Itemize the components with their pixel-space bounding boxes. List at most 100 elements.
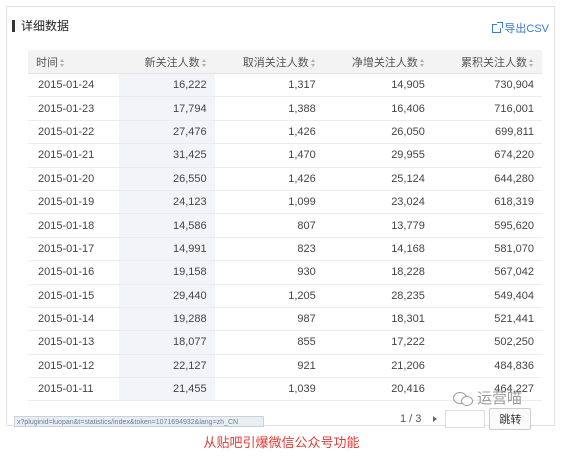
table-cell: 28,235 xyxy=(323,284,433,308)
table-row: 2015-01-18 14,586 807 13,779 595,620 xyxy=(28,213,542,238)
table-cell: 19,158 xyxy=(119,260,215,285)
table-row: 2015-01-21 31,425 1,470 29,955 674,220 xyxy=(28,143,542,168)
table-cell: 19,288 xyxy=(119,307,215,332)
table-cell: 2015-01-20 xyxy=(28,167,120,191)
table-row: 2015-01-17 14,991 823 14,168 581,070 xyxy=(28,237,542,262)
column-header-new-followers[interactable]: 新关注人数 xyxy=(119,50,215,74)
table-cell: 1,388 xyxy=(214,96,324,121)
table-cell: 581,070 xyxy=(432,237,542,262)
table-cell: 16,406 xyxy=(323,96,433,121)
table-cell: 567,042 xyxy=(432,260,542,285)
table-cell: 2015-01-11 xyxy=(28,377,120,402)
table-cell: 14,905 xyxy=(323,73,433,98)
table-row: 2015-01-19 24,123 1,099 23,024 618,319 xyxy=(28,190,542,215)
table-row: 2015-01-16 19,158 930 18,228 567,042 xyxy=(28,260,542,285)
table-cell: 17,222 xyxy=(323,330,433,355)
table-header-row: 时间 新关注人数 取消关注人数 净增关注人数 累积关注人数 xyxy=(28,50,542,74)
table-cell: 823 xyxy=(214,237,324,262)
table-cell: 521,441 xyxy=(432,307,542,332)
table-row: 2015-01-20 26,550 1,426 25,124 644,280 xyxy=(28,167,542,191)
table-cell: 16,222 xyxy=(119,73,215,98)
table-cell: 2015-01-19 xyxy=(28,190,120,215)
table-cell: 930 xyxy=(214,260,324,285)
column-header-date[interactable]: 时间 xyxy=(28,50,120,74)
table-cell: 17,794 xyxy=(119,96,215,121)
table-cell: 502,250 xyxy=(432,330,542,355)
table-cell: 29,955 xyxy=(323,143,433,168)
panel-title: 详细数据 xyxy=(12,20,69,32)
table-cell: 699,811 xyxy=(432,120,542,145)
table-cell: 2015-01-14 xyxy=(28,307,120,332)
table-cell: 1,205 xyxy=(214,284,324,308)
table-cell: 595,620 xyxy=(432,213,542,238)
sort-icon xyxy=(529,58,534,67)
table-cell: 618,319 xyxy=(432,190,542,215)
table-cell: 26,050 xyxy=(323,120,433,145)
table-cell: 2015-01-18 xyxy=(28,213,120,238)
table-cell: 730,904 xyxy=(432,73,542,98)
table-row: 2015-01-12 22,127 921 21,206 484,836 xyxy=(28,354,542,379)
table-cell: 2015-01-17 xyxy=(28,237,120,262)
table-cell: 2015-01-15 xyxy=(28,284,120,308)
table-cell: 855 xyxy=(214,330,324,355)
panel-header: 详细数据 导出CSV xyxy=(12,18,549,38)
sort-icon xyxy=(201,58,207,67)
table-cell: 14,586 xyxy=(119,213,215,238)
sort-icon xyxy=(419,58,425,67)
export-icon xyxy=(492,21,504,33)
table-cell: 2015-01-23 xyxy=(28,96,120,121)
table-cell: 2015-01-13 xyxy=(28,330,120,355)
table-cell: 18,228 xyxy=(323,260,433,285)
sort-icon xyxy=(60,58,65,67)
table-cell: 1,099 xyxy=(214,190,324,215)
column-header-net-growth[interactable]: 净增关注人数 xyxy=(323,50,433,74)
table-row: 2015-01-13 18,077 855 17,222 502,250 xyxy=(28,330,542,355)
table-cell: 2015-01-22 xyxy=(28,120,120,145)
column-header-cumulative[interactable]: 累积关注人数 xyxy=(432,50,542,74)
page-info: 1 / 3 xyxy=(400,413,422,425)
table-cell: 674,220 xyxy=(432,143,542,168)
table-cell: 21,206 xyxy=(323,354,433,379)
export-csv-button[interactable]: 导出CSV xyxy=(492,20,549,36)
table-cell: 24,123 xyxy=(119,190,215,215)
next-page-button[interactable] xyxy=(429,410,441,428)
watermark-text: 运营喵 xyxy=(477,390,523,407)
table-cell: 644,280 xyxy=(432,167,542,191)
caption: 从贴吧引爆微信公众号功能 xyxy=(203,436,360,451)
table-row: 2015-01-15 29,440 1,205 28,235 549,404 xyxy=(28,284,542,308)
table-cell: 20,416 xyxy=(323,377,433,402)
sort-icon xyxy=(310,58,316,67)
table-cell: 21,455 xyxy=(119,377,215,402)
table-cell: 23,024 xyxy=(323,190,433,215)
table-cell: 31,425 xyxy=(119,143,215,168)
table-cell: 13,779 xyxy=(323,213,433,238)
detail-data-table: 时间 新关注人数 取消关注人数 净增关注人数 累积关注人数 2015-01-24… xyxy=(28,50,542,402)
pagination: 1 / 3 跳转 xyxy=(400,408,532,430)
table-cell: 1,039 xyxy=(214,377,324,402)
page-jump-input[interactable] xyxy=(445,410,486,428)
table-cell: 18,301 xyxy=(323,307,433,332)
table-cell: 14,991 xyxy=(119,237,215,262)
column-header-unfollowers[interactable]: 取消关注人数 xyxy=(214,50,324,74)
status-bar-url: x?pluginid=luopan&t=statistics/index&tok… xyxy=(14,416,264,427)
table-cell: 2015-01-21 xyxy=(28,143,120,168)
table-cell: 2015-01-24 xyxy=(28,73,120,98)
table-body: 2015-01-24 16,222 1,317 14,905 730,904 2015-0… xyxy=(28,73,542,402)
table-cell: 1,426 xyxy=(214,120,324,145)
table-cell: 921 xyxy=(214,354,324,379)
table-row: 2015-01-23 17,794 1,388 16,406 716,001 xyxy=(28,96,542,121)
table-cell: 2015-01-12 xyxy=(28,354,120,379)
table-cell: 807 xyxy=(214,213,324,238)
table-cell: 27,476 xyxy=(119,120,215,145)
table-cell: 1,470 xyxy=(214,143,324,168)
page-jump-button[interactable]: 跳转 xyxy=(489,408,532,430)
table-cell: 549,404 xyxy=(432,284,542,308)
table-cell: 29,440 xyxy=(119,284,215,308)
export-csv-label: 导出CSV xyxy=(504,23,549,35)
table-cell: 716,001 xyxy=(432,96,542,121)
table-cell: 2015-01-16 xyxy=(28,260,120,285)
wechat-icon xyxy=(453,391,473,406)
watermark: 运营喵 xyxy=(453,387,522,408)
table-cell: 14,168 xyxy=(323,237,433,262)
table-row: 2015-01-24 16,222 1,317 14,905 730,904 xyxy=(28,73,542,98)
